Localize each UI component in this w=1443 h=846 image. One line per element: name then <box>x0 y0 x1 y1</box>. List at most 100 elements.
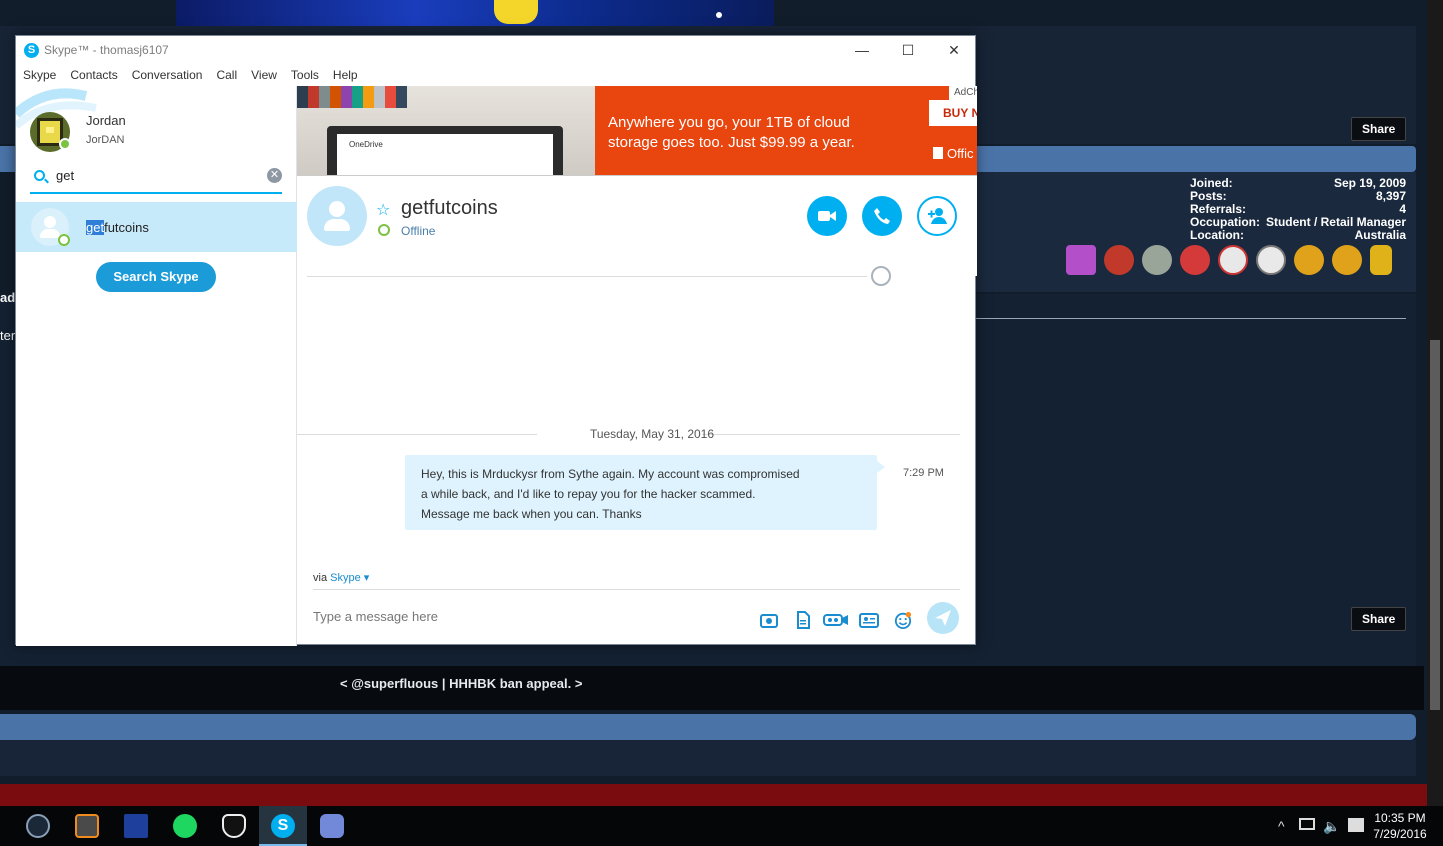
add-person-icon <box>928 208 947 224</box>
mushroom-badge-icon <box>1104 245 1134 275</box>
search-skype-button[interactable]: Search Skype <box>96 262 216 292</box>
forum-footer-bar <box>0 784 1443 806</box>
menu-contacts[interactable]: Contacts <box>70 66 124 86</box>
share-button-bottom[interactable]: Share <box>1351 607 1407 631</box>
skype-icon[interactable]: S <box>271 814 295 838</box>
forum-section-body <box>0 740 1416 776</box>
network-icon[interactable] <box>1299 818 1315 830</box>
contact-status: Offline <box>401 224 436 238</box>
video-message-icon[interactable] <box>823 611 849 629</box>
gift-badge-icon <box>1066 245 1096 275</box>
date-separator: Tuesday, May 31, 2016 <box>297 426 977 444</box>
message-line: Hey, this is Mrduckysr from Sythe again.… <box>421 467 800 481</box>
steam-icon[interactable] <box>26 814 50 838</box>
globe-icon[interactable] <box>871 266 891 286</box>
user-stats: Joined: Sep 19, 2009 Posts: 8,397 Referral… <box>1190 177 1406 242</box>
cdt-badge-icon <box>1256 245 1286 275</box>
search-result-name: getfutcoins <box>86 220 149 235</box>
candy-cane-badge-icon <box>1218 245 1248 275</box>
online-status-icon <box>59 138 71 150</box>
emoticon-icon[interactable] <box>893 611 913 629</box>
ad-banner[interactable]: OneDrive Anywhere you go, your 1TB of cl… <box>297 86 977 176</box>
forum-section-bar <box>0 714 1416 740</box>
user-badges <box>1066 245 1406 281</box>
contact-avatar[interactable] <box>307 186 367 246</box>
menu-view[interactable]: View <box>251 66 284 86</box>
favorite-star-icon[interactable]: ☆ <box>376 200 390 220</box>
message-line: a while back, and I'd like to repay you … <box>421 487 756 501</box>
search-icon <box>34 170 45 181</box>
send-button[interactable] <box>927 602 959 634</box>
divider <box>976 318 1406 319</box>
via-selector[interactable]: via Skype ▾ <box>313 571 369 584</box>
cut-off-text: ter <box>0 328 16 343</box>
ad-screen-label: OneDrive <box>349 140 383 149</box>
ad-choices-tag[interactable]: AdCh <box>949 86 977 100</box>
offline-status-icon <box>58 234 70 246</box>
ad-brand-text: Offic <box>947 146 974 161</box>
thread-nav-link[interactable]: < @superfluous | HHHBK ban appeal. > <box>340 676 582 691</box>
menu-conversation[interactable]: Conversation <box>132 66 210 86</box>
windows-taskbar: S ^ 🔈 10:35 PM 7/29/2016 <box>0 806 1443 846</box>
contact-search-field[interactable]: get ✕ <box>30 164 282 194</box>
video-call-button[interactable] <box>807 196 847 236</box>
taskbar-clock[interactable]: 10:35 PM 7/29/2016 <box>1370 810 1430 842</box>
send-photo-icon[interactable] <box>759 611 779 629</box>
menu-tools[interactable]: Tools <box>291 66 326 86</box>
ad-buy-button[interactable]: BUY N <box>929 100 977 126</box>
maximize-button[interactable]: ☐ <box>885 36 931 66</box>
share-button-top[interactable]: Share <box>1351 117 1407 141</box>
cut-off-text: ad <box>0 290 16 305</box>
chevron-down-icon[interactable]: ▾ <box>361 572 370 584</box>
spotify-icon[interactable] <box>173 814 197 838</box>
chevron-up-icon[interactable]: ^ <box>1278 818 1285 834</box>
send-contact-icon[interactable] <box>859 611 879 629</box>
close-button[interactable]: ✕ <box>931 36 977 66</box>
contact-name[interactable]: getfutcoins <box>401 197 498 220</box>
ad-copy-line: storage goes too. Just $99.99 a year. <box>608 134 855 151</box>
contacts-pane: Jordan JorDAN get ✕ getfutcoins Search S… <box>16 86 297 646</box>
ad-laptop: OneDrive <box>327 126 563 175</box>
network-app-icon[interactable] <box>124 814 148 838</box>
send-file-icon[interactable] <box>793 611 813 629</box>
phone-icon <box>874 208 890 224</box>
office-logo-icon <box>933 147 943 159</box>
stat-value: Australia <box>1354 228 1406 242</box>
message-timestamp: 7:29 PM <box>903 467 944 479</box>
menu-call[interactable]: Call <box>216 66 244 86</box>
heart-badge-icon <box>1180 245 1210 275</box>
page-scrollbar[interactable] <box>1427 0 1443 806</box>
conversation-header: ☆ getfutcoins Offline <box>297 176 977 276</box>
menu-skype[interactable]: Skype <box>23 66 63 86</box>
message-bubble[interactable]: Hey, this is Mrduckysr from Sythe again.… <box>405 455 885 530</box>
add-contact-button[interactable] <box>917 196 957 236</box>
scrollbar-thumb[interactable] <box>1430 340 1440 710</box>
ad-brand: Offic <box>933 146 974 161</box>
voice-call-button[interactable] <box>862 196 902 236</box>
minimize-button[interactable]: — <box>839 36 885 66</box>
video-camera-icon <box>818 211 836 221</box>
search-match-highlight: get <box>86 220 105 235</box>
my-mood-message[interactable]: JorDAN <box>86 134 125 146</box>
message-line: Message me back when you can. Thanks <box>421 507 642 521</box>
menu-help[interactable]: Help <box>333 66 365 86</box>
clock-time: 10:35 PM <box>1374 811 1426 825</box>
title-bar[interactable]: S Skype™ - thomasj6107 — ☐ ✕ <box>16 36 975 66</box>
fox-app-icon[interactable] <box>222 814 246 838</box>
clear-search-icon[interactable]: ✕ <box>267 168 282 183</box>
via-service[interactable]: Skype <box>330 572 361 584</box>
search-input[interactable]: get <box>56 168 74 183</box>
sublime-icon[interactable] <box>75 814 99 838</box>
action-center-icon[interactable] <box>1348 818 1364 832</box>
menu-bar: Skype Contacts Conversation Call View To… <box>16 66 975 86</box>
discord-icon[interactable] <box>320 814 344 838</box>
message-input[interactable]: Type a message here <box>313 609 438 624</box>
stat-label: Location: <box>1190 228 1244 242</box>
search-result-rest: futcoins <box>104 220 149 235</box>
skype-window: S Skype™ - thomasj6107 — ☐ ✕ Skype Conta… <box>15 35 977 646</box>
lock-badge-icon <box>1370 245 1392 275</box>
ad-copy: Anywhere you go, your 1TB of cloud stora… <box>608 113 855 153</box>
search-result-item[interactable]: getfutcoins <box>16 202 297 252</box>
my-display-name[interactable]: Jordan <box>86 113 126 128</box>
volume-icon[interactable]: 🔈 <box>1323 818 1340 835</box>
